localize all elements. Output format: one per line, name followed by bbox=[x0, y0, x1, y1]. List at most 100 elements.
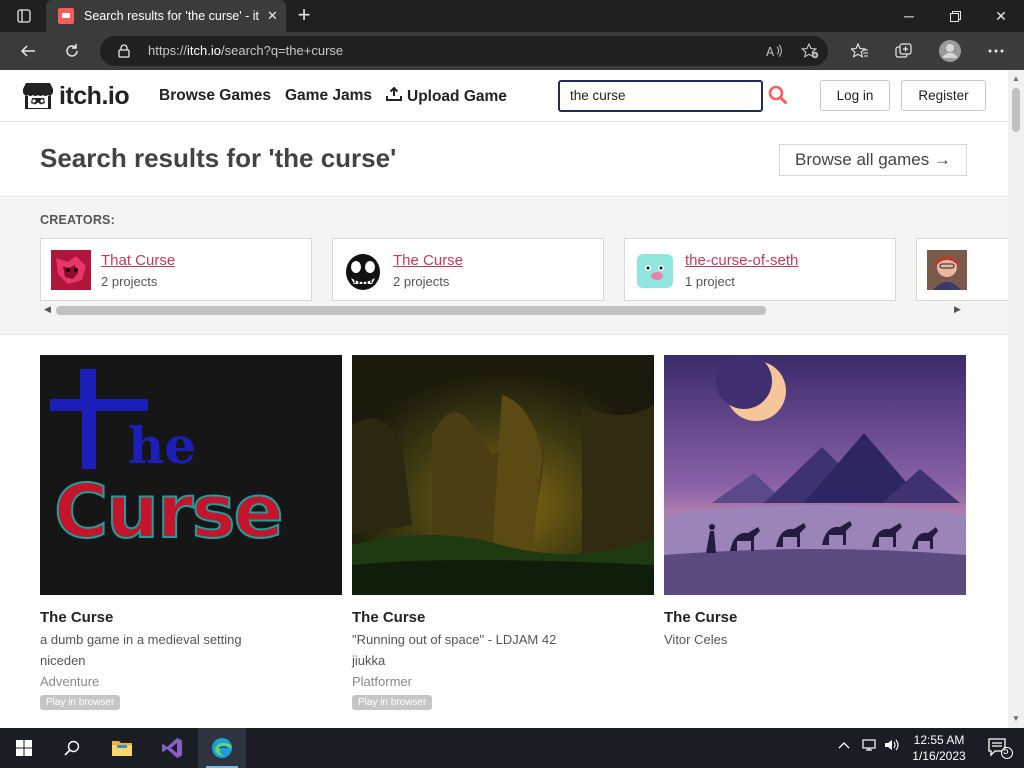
scroll-left-arrow-icon[interactable]: ◀ bbox=[44, 304, 51, 315]
browser-tab-active[interactable]: Search results for 'the curse' - itch.io… bbox=[46, 0, 286, 32]
minimize-window-icon[interactable]: ─ bbox=[886, 0, 932, 32]
windows-start-icon[interactable] bbox=[0, 728, 48, 768]
search-input[interactable]: the curse bbox=[558, 80, 763, 112]
profile-avatar-icon[interactable] bbox=[936, 37, 964, 65]
windows-taskbar: 12:55 AM 1/16/2023 5 bbox=[0, 728, 1024, 768]
search-icon[interactable] bbox=[48, 728, 96, 768]
scrollbar-thumb[interactable] bbox=[1012, 88, 1020, 132]
game-author-link[interactable]: niceden bbox=[40, 653, 342, 668]
favorites-icon[interactable] bbox=[846, 37, 874, 65]
creator-card[interactable]: The Curse 2 projects bbox=[332, 238, 604, 301]
creator-name-link[interactable]: The Curse bbox=[393, 252, 463, 269]
url-path: /search?q=the+curse bbox=[221, 43, 344, 58]
upload-icon bbox=[386, 87, 402, 101]
game-title-link[interactable]: The Curse bbox=[352, 609, 654, 626]
game-thumbnail[interactable] bbox=[352, 355, 654, 595]
game-author-link[interactable]: Vitor Celes bbox=[664, 632, 966, 647]
nav-upload-game-label: Upload Game bbox=[407, 88, 507, 105]
svg-text:A: A bbox=[766, 45, 775, 58]
play-in-browser-badge: Play in browser bbox=[40, 695, 121, 710]
file-explorer-icon[interactable] bbox=[98, 728, 146, 768]
creator-project-count: 2 projects bbox=[393, 274, 450, 289]
visual-studio-icon[interactable] bbox=[148, 728, 196, 768]
game-thumbnail[interactable] bbox=[664, 355, 966, 595]
logo-text: itch.io bbox=[59, 81, 130, 110]
restore-window-icon[interactable] bbox=[932, 0, 978, 32]
nav-upload-game[interactable]: Upload Game bbox=[386, 87, 507, 106]
creator-card[interactable]: the-curse-of-seth 1 project bbox=[624, 238, 896, 301]
game-cell[interactable]: The Curse Vitor Celes bbox=[664, 355, 966, 647]
game-description: a dumb game in a medieval setting bbox=[40, 632, 242, 647]
back-icon[interactable] bbox=[14, 37, 42, 65]
url-text[interactable]: https://itch.io/search?q=the+curse bbox=[148, 43, 343, 58]
game-cell[interactable]: he Curse The Curse a dumb game in a medi… bbox=[40, 355, 342, 710]
game-cell[interactable]: The Curse "Running out of space" - LDJAM… bbox=[352, 355, 654, 710]
creator-avatar[interactable] bbox=[635, 250, 675, 290]
add-favorite-icon[interactable] bbox=[796, 37, 824, 65]
play-in-browser-badge: Play in browser bbox=[352, 695, 433, 710]
tab-title: Search results for 'the curse' - itch.io bbox=[84, 9, 259, 23]
creator-card[interactable] bbox=[916, 238, 1008, 301]
show-hidden-icons-icon[interactable] bbox=[838, 738, 850, 752]
read-aloud-icon[interactable]: A bbox=[760, 37, 788, 65]
game-description: "Running out of space" - LDJAM 42 bbox=[352, 632, 557, 647]
more-options-icon[interactable] bbox=[982, 37, 1010, 65]
refresh-icon[interactable] bbox=[58, 37, 86, 65]
volume-icon[interactable] bbox=[884, 738, 900, 755]
results-header: Search results for 'the curse' Browse al… bbox=[0, 123, 1008, 197]
site-header: itch.io Browse Games Game Jams Upload Ga… bbox=[0, 70, 1008, 122]
browser-toolbar: https://itch.io/search?q=the+curse A bbox=[0, 32, 1024, 70]
creator-project-count: 1 project bbox=[685, 274, 735, 289]
login-button[interactable]: Log in bbox=[820, 80, 890, 111]
creators-horizontal-scrollbar[interactable]: ◀ ▶ bbox=[40, 303, 968, 317]
creator-project-count: 2 projects bbox=[101, 274, 158, 289]
game-thumbnail[interactable]: he Curse bbox=[40, 355, 342, 595]
new-tab-icon[interactable]: + bbox=[292, 4, 316, 28]
notification-count: 5 bbox=[1003, 746, 1009, 757]
creator-name-link[interactable]: That Curse bbox=[101, 252, 175, 269]
clock-time: 12:55 AM bbox=[913, 733, 965, 747]
itchio-logo-icon bbox=[23, 83, 53, 109]
game-title-link[interactable]: The Curse bbox=[40, 609, 342, 626]
itchio-logo[interactable]: itch.io bbox=[22, 80, 130, 112]
game-genre: Adventure bbox=[40, 674, 100, 689]
clock-date: 1/16/2023 bbox=[912, 749, 966, 763]
nav-browse-games[interactable]: Browse Games bbox=[159, 87, 271, 105]
close-tab-icon[interactable]: ✕ bbox=[267, 8, 278, 24]
game-author-link[interactable]: jiukka bbox=[352, 653, 654, 668]
browse-all-games-button[interactable]: Browse all games → bbox=[779, 144, 967, 176]
page-title: Search results for 'the curse' bbox=[40, 143, 397, 173]
game-genre: Platformer bbox=[352, 674, 412, 689]
register-button[interactable]: Register bbox=[901, 80, 986, 111]
search-icon[interactable] bbox=[768, 85, 792, 109]
scroll-right-arrow-icon[interactable]: ▶ bbox=[954, 304, 961, 315]
microsoft-edge-icon[interactable] bbox=[198, 728, 246, 768]
creator-avatar[interactable] bbox=[51, 250, 91, 290]
creator-name-link[interactable]: the-curse-of-seth bbox=[685, 252, 798, 269]
lock-icon[interactable] bbox=[118, 44, 130, 58]
page-vertical-scrollbar[interactable]: ▲ ▼ bbox=[1008, 70, 1024, 728]
itchio-favicon-icon bbox=[58, 8, 74, 24]
scroll-down-arrow-icon[interactable]: ▼ bbox=[1012, 714, 1020, 723]
game-title-link[interactable]: The Curse bbox=[664, 609, 966, 626]
url-host: itch.io bbox=[187, 43, 221, 58]
creator-avatar[interactable] bbox=[927, 250, 967, 290]
tab-actions-icon[interactable] bbox=[10, 6, 38, 26]
web-page: itch.io Browse Games Game Jams Upload Ga… bbox=[0, 70, 1008, 728]
url-prefix: https:// bbox=[148, 43, 188, 58]
creator-card[interactable]: That Curse 2 projects bbox=[40, 238, 312, 301]
scrollbar-thumb[interactable] bbox=[56, 306, 766, 315]
creator-avatar[interactable] bbox=[343, 250, 383, 290]
collections-icon[interactable] bbox=[890, 37, 918, 65]
address-bar[interactable]: https://itch.io/search?q=the+curse A bbox=[100, 36, 828, 66]
svg-text:Curse: Curse bbox=[54, 469, 282, 555]
close-window-icon[interactable]: ✕ bbox=[978, 0, 1024, 32]
taskbar-clock[interactable]: 12:55 AM 1/16/2023 bbox=[908, 732, 970, 764]
scroll-up-arrow-icon[interactable]: ▲ bbox=[1012, 74, 1020, 83]
creators-section: CREATORS: That Curse 2 projects The Curs… bbox=[0, 198, 1008, 335]
notifications-icon[interactable]: 5 bbox=[976, 728, 1024, 768]
svg-text:he: he bbox=[128, 416, 196, 475]
creators-label: CREATORS: bbox=[40, 213, 115, 227]
network-icon[interactable] bbox=[862, 738, 878, 755]
nav-game-jams[interactable]: Game Jams bbox=[285, 87, 372, 105]
